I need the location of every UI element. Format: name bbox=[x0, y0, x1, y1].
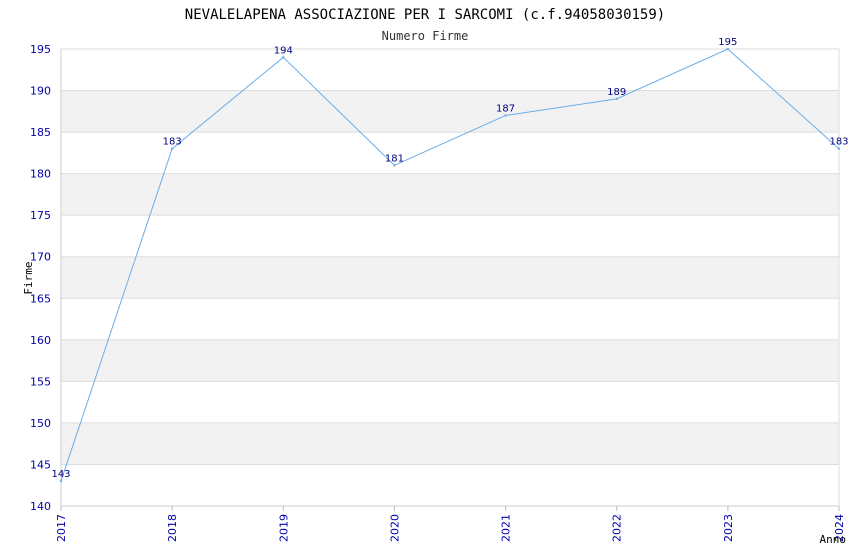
y-tick-label: 175 bbox=[30, 209, 51, 222]
y-tick-label: 155 bbox=[30, 375, 51, 388]
chart: 140 145 150 155 160 165 170 175 180 185 190 195 201… bbox=[0, 0, 850, 550]
data-point bbox=[393, 164, 396, 167]
y-tick-label: 150 bbox=[30, 417, 51, 430]
data-point bbox=[837, 147, 841, 150]
data-label: 181 bbox=[385, 153, 404, 164]
plot-band bbox=[61, 90, 839, 133]
data-point bbox=[59, 479, 63, 483]
plot-band bbox=[61, 339, 839, 382]
data-point bbox=[726, 47, 730, 51]
data-point bbox=[282, 56, 285, 59]
y-tick-label: 145 bbox=[30, 458, 51, 471]
data-label: 194 bbox=[274, 45, 293, 56]
x-tick-label: 2021 bbox=[500, 514, 513, 542]
x-tick-label: 2023 bbox=[722, 514, 735, 542]
y-tick-label: 185 bbox=[30, 126, 51, 139]
chart-title: NEVALELAPENA ASSOCIAZIONE PER I SARCOMI … bbox=[185, 7, 665, 23]
line-chart: 140145150155160165170175180185190195 201… bbox=[22, 7, 849, 546]
y-tick-label: 195 bbox=[30, 43, 51, 56]
x-tick-label: 2019 bbox=[277, 514, 290, 542]
data-label: 143 bbox=[51, 469, 70, 480]
data-label: 195 bbox=[718, 37, 737, 48]
y-axis-label: Firme bbox=[22, 261, 35, 294]
data-point bbox=[170, 147, 174, 150]
data-point bbox=[615, 97, 618, 101]
y-tick-label: 180 bbox=[30, 168, 51, 181]
x-tick-label: 2020 bbox=[388, 514, 401, 542]
y-tick-label: 160 bbox=[30, 334, 51, 347]
plot-band bbox=[61, 422, 839, 465]
x-tick-label: 2022 bbox=[611, 514, 624, 542]
y-tick-label: 190 bbox=[30, 85, 51, 98]
data-label: 187 bbox=[496, 103, 515, 114]
x-tick-label: 2018 bbox=[166, 514, 179, 542]
plot-band bbox=[61, 256, 839, 299]
data-label: 183 bbox=[829, 137, 848, 148]
data-point bbox=[504, 114, 507, 117]
y-tick-label: 140 bbox=[30, 500, 51, 513]
x-axis-label: Anno bbox=[820, 533, 847, 546]
data-label: 189 bbox=[607, 87, 626, 98]
x-tick-labels: 2017 2018 2019 2020 2021 2022 2023 2024 bbox=[55, 506, 846, 542]
data-label: 183 bbox=[163, 137, 182, 148]
plot-band bbox=[61, 173, 839, 216]
chart-subtitle: Numero Firme bbox=[382, 29, 469, 43]
x-tick-label: 2017 bbox=[55, 514, 68, 542]
